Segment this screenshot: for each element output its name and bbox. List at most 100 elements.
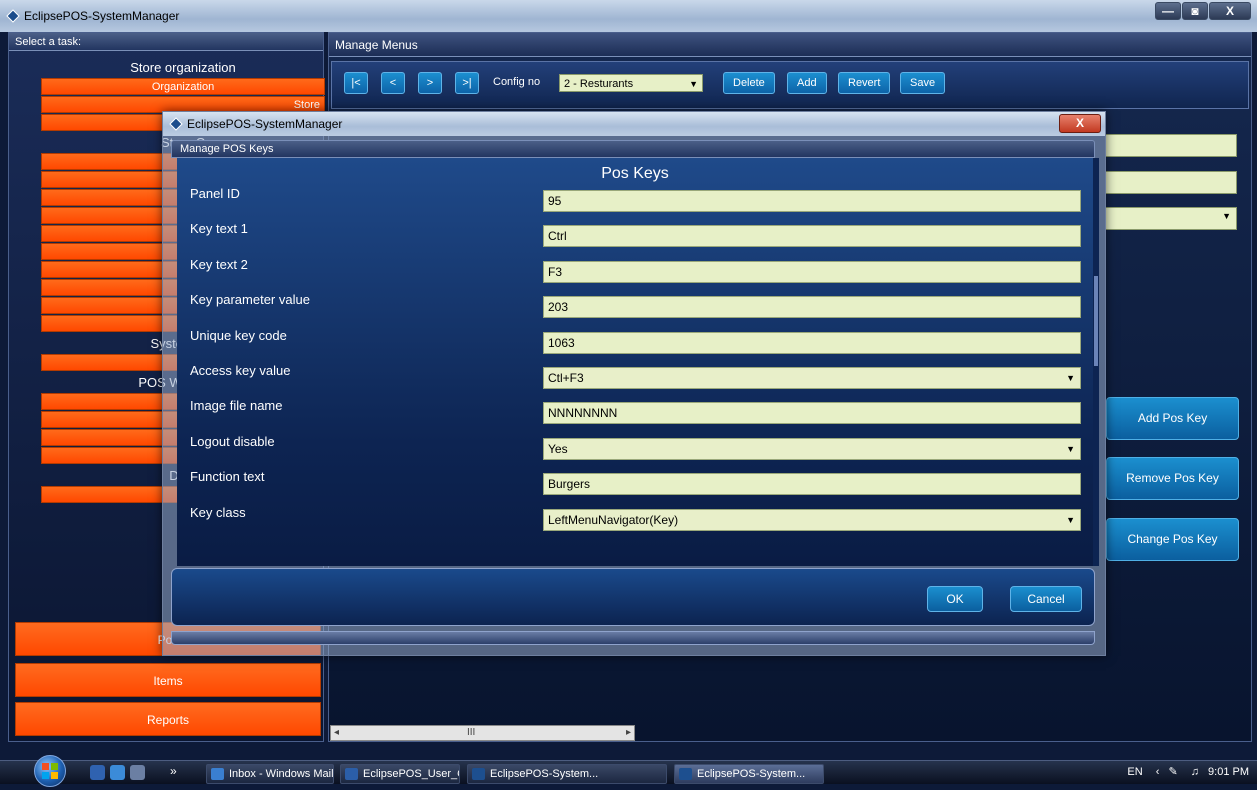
- taskbar-item-label: EclipsePOS_User_Gu...: [363, 768, 459, 780]
- start-button[interactable]: [34, 755, 66, 787]
- dialog-bottom-bar: [171, 631, 1095, 645]
- field-select[interactable]: Ctl+F3 ▼: [543, 367, 1081, 389]
- dialog-close-button[interactable]: X: [1059, 114, 1101, 133]
- first-record-button[interactable]: |<: [344, 72, 368, 94]
- field-select[interactable]: LeftMenuNavigator(Key) ▼: [543, 508, 1081, 531]
- manage-menus-header: Manage Menus: [329, 33, 1251, 57]
- delete-button[interactable]: Delete: [723, 72, 775, 94]
- taskbar-item-systemmanager-active[interactable]: EclipsePOS-System...: [674, 764, 824, 784]
- app-icon: [472, 768, 485, 780]
- last-record-button[interactable]: >|: [455, 72, 479, 94]
- field-input[interactable]: Ctrl: [543, 225, 1081, 248]
- field-label: Unique key code: [190, 327, 287, 343]
- maximize-button[interactable]: ◙: [1182, 2, 1208, 20]
- tray-expand-icon[interactable]: ‹: [1156, 766, 1160, 778]
- field-input[interactable]: F3: [543, 260, 1081, 283]
- field-input[interactable]: 95: [543, 190, 1081, 212]
- field-label: Key parameter value: [190, 292, 310, 308]
- field-input[interactable]: 1063: [543, 331, 1081, 354]
- taskbar-item-systemmanager[interactable]: EclipsePOS-System...: [467, 764, 667, 784]
- items-button[interactable]: Items: [15, 663, 321, 697]
- menu-detail-select[interactable]: ▼: [1105, 207, 1237, 230]
- field-label: Key class: [190, 504, 246, 520]
- chevron-down-icon: ▼: [1066, 514, 1075, 525]
- field-select[interactable]: Yes ▼: [543, 437, 1081, 460]
- config-no-select[interactable]: 2 - Resturants ▼: [559, 74, 703, 92]
- field-input[interactable]: NNNNNNNN: [543, 402, 1081, 425]
- field-input[interactable]: 203: [543, 296, 1081, 319]
- form-row: Unique key code 1063: [177, 327, 1093, 354]
- form-row: Image file name NNNNNNNN: [177, 398, 1093, 425]
- field-value: LeftMenuNavigator(Key): [548, 512, 679, 527]
- pos-keys-form: Pos Keys Panel ID 95 Key text 1 Ctrl Key tex…: [177, 158, 1093, 566]
- save-button[interactable]: Save: [900, 72, 946, 94]
- field-value: Yes: [548, 441, 568, 456]
- remove-pos-key-button[interactable]: Remove Pos Key: [1106, 457, 1239, 500]
- taskbar-item-label: EclipsePOS-System...: [490, 768, 599, 780]
- form-row: Panel ID 95: [177, 186, 1093, 212]
- scroll-thumb[interactable]: III: [467, 727, 475, 738]
- record-toolbar: |< < > >| Config no 2 - Resturants ▼ Del…: [331, 61, 1249, 109]
- minimize-button[interactable]: —: [1155, 2, 1181, 20]
- window-title: EclipsePOS-SystemManager: [24, 9, 180, 23]
- add-pos-key-button[interactable]: Add Pos Key: [1106, 397, 1239, 440]
- form-title: Pos Keys: [601, 165, 669, 182]
- more-chevron-icon[interactable]: »: [170, 764, 177, 778]
- field-value: Ctrl: [548, 229, 567, 244]
- scroll-thumb[interactable]: [1094, 276, 1098, 366]
- form-row: Access key value Ctl+F3 ▼: [177, 363, 1093, 389]
- field-value: Burgers: [548, 477, 591, 492]
- field-value: 203: [548, 300, 569, 315]
- menu-detail-field[interactable]: [1105, 171, 1237, 194]
- internet-explorer-icon[interactable]: [110, 765, 125, 780]
- config-no-value: 2 - Resturants: [564, 78, 634, 90]
- chevron-down-icon: ▼: [689, 79, 698, 89]
- field-label: Logout disable: [190, 433, 275, 449]
- form-row: Logout disable Yes ▼: [177, 433, 1093, 460]
- ok-button[interactable]: OK: [927, 586, 983, 612]
- windows-logo-icon: [42, 763, 58, 779]
- form-row: Function text Burgers: [177, 469, 1093, 496]
- window-controls: — ◙ X: [1155, 2, 1251, 20]
- revert-button[interactable]: Revert: [838, 72, 891, 94]
- taskbar-item-label: Inbox - Windows Mail: [229, 768, 334, 780]
- document-icon: [345, 768, 358, 780]
- language-indicator[interactable]: EN: [1127, 766, 1142, 778]
- taskbar: » Inbox - Windows Mail EclipsePOS_User_G…: [0, 760, 1257, 784]
- clock[interactable]: 9:01 PM: [1208, 766, 1249, 778]
- field-label: Function text: [190, 469, 265, 485]
- field-label: Image file name: [190, 398, 283, 414]
- menu-detail-field[interactable]: [1105, 134, 1237, 157]
- dialog-scrollbar[interactable]: [1093, 158, 1099, 566]
- prev-record-button[interactable]: <: [381, 72, 405, 94]
- manage-pos-keys-dialog: EclipsePOS-SystemManager X Manage POS Ke…: [162, 111, 1106, 656]
- add-button[interactable]: Add: [787, 72, 827, 94]
- field-value: 1063: [548, 335, 575, 350]
- network-icon[interactable]: ✎: [1168, 766, 1177, 778]
- close-button[interactable]: X: [1209, 2, 1251, 20]
- field-value: NNNNNNNN: [548, 406, 618, 421]
- app-icon: [169, 117, 183, 131]
- taskbar-item-mail[interactable]: Inbox - Windows Mail: [206, 764, 334, 784]
- show-desktop-icon[interactable]: [90, 765, 105, 780]
- volume-icon[interactable]: ♫: [1191, 766, 1199, 778]
- field-label: Panel ID: [190, 186, 240, 201]
- cancel-button[interactable]: Cancel: [1010, 586, 1082, 612]
- taskbar-item-label: EclipsePOS-System...: [697, 768, 806, 780]
- next-record-button[interactable]: >: [418, 72, 442, 94]
- taskbar-item-user-guide[interactable]: EclipsePOS_User_Gu...: [340, 764, 460, 784]
- task-category: Store organization: [130, 60, 236, 75]
- switch-windows-icon[interactable]: [130, 765, 145, 780]
- reports-button[interactable]: Reports: [15, 702, 321, 736]
- field-input[interactable]: Burgers: [543, 473, 1081, 496]
- scroll-left-icon[interactable]: ◂: [334, 727, 339, 738]
- mail-icon: [211, 768, 224, 780]
- change-pos-key-button[interactable]: Change Pos Key: [1106, 518, 1239, 561]
- form-row: Key parameter value 203: [177, 292, 1093, 319]
- grid-horizontal-scrollbar[interactable]: ◂ III ▸: [330, 725, 635, 741]
- dialog-titlebar: EclipsePOS-SystemManager X: [163, 112, 1105, 136]
- field-label: Key text 1: [190, 221, 248, 237]
- task-item[interactable]: Organization: [41, 78, 325, 95]
- scroll-right-icon[interactable]: ▸: [626, 727, 631, 738]
- task-panel-header: Select a task:: [9, 33, 323, 51]
